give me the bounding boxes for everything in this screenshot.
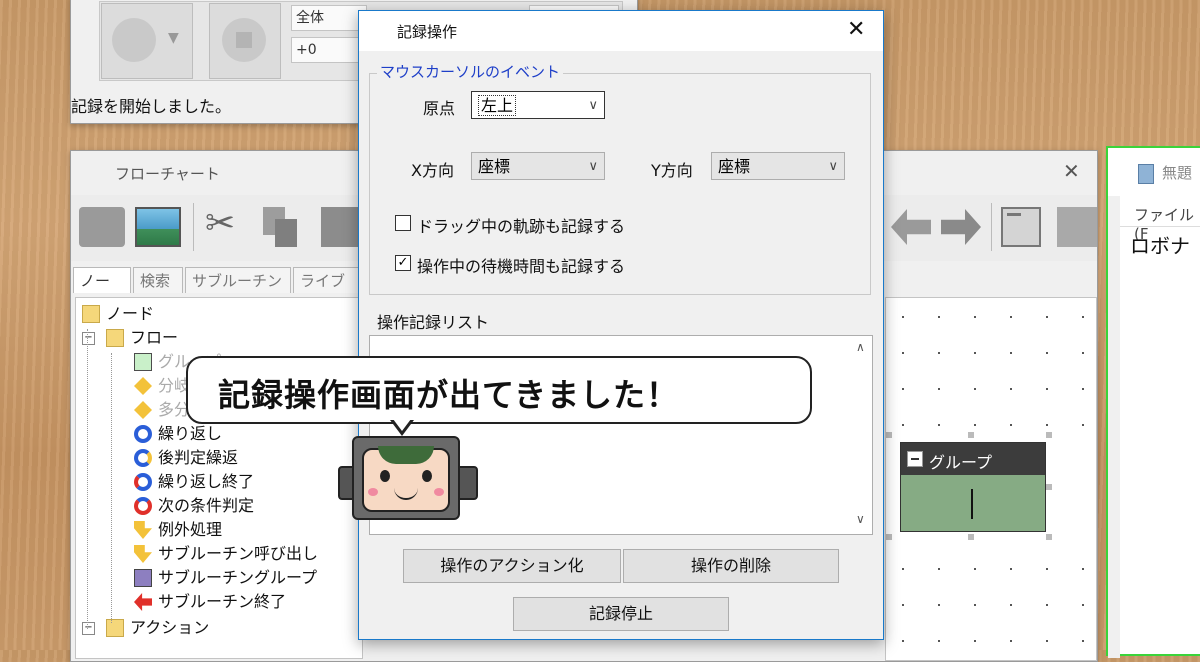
copy-icon[interactable]	[263, 207, 297, 247]
delete-operation-button[interactable]: 操作の削除	[623, 549, 839, 583]
group-icon	[134, 353, 152, 371]
wait-time-checkbox[interactable]: ✓	[395, 255, 411, 271]
tab-library[interactable]: ライブラリ	[293, 267, 363, 293]
post-check-loop-icon	[134, 449, 152, 467]
tree-item-label: 後判定繰返	[158, 448, 239, 467]
loop-icon	[134, 425, 152, 443]
flowchart-title: フローチャート	[115, 165, 220, 183]
tree-item-label: サブルーチン呼び出し	[158, 544, 319, 563]
notepad-titlebar: 無題	[1108, 148, 1200, 196]
notepad-window: 無題 ファイル(F ロボナ	[1106, 146, 1200, 658]
mouse-event-group-title: マウスカーソルのイベント	[377, 61, 564, 82]
folder-icon	[106, 619, 124, 637]
x-direction-select[interactable]: 座標 ∨	[471, 152, 605, 180]
scroll-down-icon[interactable]: ∨	[856, 512, 865, 526]
notepad-content[interactable]: ロボナ	[1130, 230, 1190, 259]
drag-trail-label[interactable]: ドラッグ中の軌跡も記録する	[417, 213, 625, 237]
exception-icon	[134, 521, 152, 539]
y-direction-value: 座標	[718, 157, 751, 176]
record-list-label: 操作記録リスト	[377, 313, 490, 332]
folder-icon	[106, 329, 124, 347]
collapse-icon[interactable]	[907, 451, 923, 467]
notepad-icon	[1138, 164, 1154, 184]
drag-trail-checkbox[interactable]	[395, 215, 411, 231]
scissors-icon[interactable]: ✂	[205, 203, 235, 244]
chevron-down-icon: ∨	[828, 159, 838, 174]
callout-tail-fill	[393, 419, 411, 431]
tree-item-label: サブルーチングループ	[158, 568, 318, 587]
tree-item-label: アクション	[130, 618, 210, 637]
scope-dropdown[interactable]: 全体	[291, 5, 367, 31]
dialog-close-icon[interactable]: ✕	[847, 17, 865, 42]
play-button[interactable]: ▼	[101, 3, 193, 79]
move-right-icon[interactable]	[941, 209, 981, 245]
multi-branch-icon	[134, 401, 152, 419]
subroutine-call-icon	[134, 545, 152, 563]
stop-record-button[interactable]	[209, 3, 281, 79]
node-tree: ノード − フロー グループ 分岐 多分岐 繰り返し 後判定繰返	[75, 297, 363, 659]
stop-icon	[222, 18, 266, 62]
group-add-icon[interactable]	[1057, 207, 1097, 247]
x-direction-value: 座標	[478, 157, 511, 176]
chevron-down-icon: ∨	[588, 159, 598, 174]
dialog-titlebar: 記録操作 ✕	[359, 11, 883, 51]
tree-item-label: フロー	[130, 328, 179, 347]
paste-icon[interactable]	[321, 207, 361, 247]
wait-time-label[interactable]: 操作中の待機時間も記録する	[417, 253, 625, 277]
handshake-icon[interactable]	[79, 207, 125, 247]
chevron-down-icon: ▼	[168, 30, 179, 46]
notepad-title: 無題	[1162, 164, 1193, 182]
scroll-up-icon[interactable]: ∧	[856, 340, 865, 354]
expander-icon[interactable]: −	[82, 622, 95, 635]
tree-item-label: 例外処理	[158, 520, 223, 539]
callout-bubble: 記録操作画面が出てきました！	[186, 356, 812, 424]
tab-subroutine[interactable]: サブルーチン	[185, 267, 291, 293]
node-tabs: ノード 検索 サブルーチン ライブラリ	[73, 267, 363, 316]
tab-search[interactable]: 検索	[133, 267, 183, 293]
action-convert-button[interactable]: 操作のアクション化	[403, 549, 621, 583]
group-node-header: グループ	[901, 443, 1045, 475]
tree-item-label: 次の条件判定	[158, 496, 255, 515]
subroutine-end-icon	[134, 593, 152, 611]
group-node-label: グループ	[929, 453, 993, 472]
tree-item-label: 繰り返し終了	[158, 472, 255, 491]
expander-icon[interactable]: −	[82, 332, 95, 345]
x-direction-label: X方向	[411, 161, 454, 180]
origin-select-value: 左上	[478, 95, 517, 116]
stop-recording-button[interactable]: 記録停止	[513, 597, 729, 631]
record-list-scrollbar[interactable]: ∧ ∨	[852, 336, 872, 534]
text-cursor	[971, 489, 973, 519]
chevron-down-icon: ∨	[588, 98, 598, 113]
next-condition-icon	[134, 497, 152, 515]
image-icon[interactable]	[135, 207, 181, 247]
tree-item-label: ノード	[106, 304, 155, 323]
mascot-robot	[338, 436, 478, 524]
play-icon	[112, 18, 156, 62]
group-node[interactable]: グループ	[900, 442, 1046, 532]
flowchart-close-icon[interactable]: ✕	[1063, 159, 1080, 183]
branch-icon	[134, 377, 152, 395]
loop-end-icon	[134, 473, 152, 491]
callout-text: 記録操作画面が出てきました！	[218, 376, 680, 414]
record-dialog: 記録操作 ✕ マウスカーソルのイベント 原点 左上 ∨ X方向 座標 ∨ Y方向…	[358, 10, 884, 640]
y-direction-select[interactable]: 座標 ∨	[711, 152, 845, 180]
group-collapse-icon[interactable]	[1001, 207, 1041, 247]
status-text: 記録を開始しました。	[71, 97, 232, 116]
y-direction-label: Y方向	[651, 161, 693, 180]
move-left-icon[interactable]	[891, 209, 931, 245]
dialog-title: 記録操作	[397, 23, 458, 41]
origin-select[interactable]: 左上 ∨	[471, 91, 605, 119]
folder-icon	[82, 305, 100, 323]
subroutine-group-icon	[134, 569, 152, 587]
tree-item-label: サブルーチン終了	[158, 592, 287, 611]
tree-item-label: 繰り返し	[158, 424, 223, 443]
offset-field[interactable]: +0	[291, 37, 367, 63]
tab-node[interactable]: ノード	[73, 267, 131, 316]
origin-label: 原点	[423, 99, 456, 118]
